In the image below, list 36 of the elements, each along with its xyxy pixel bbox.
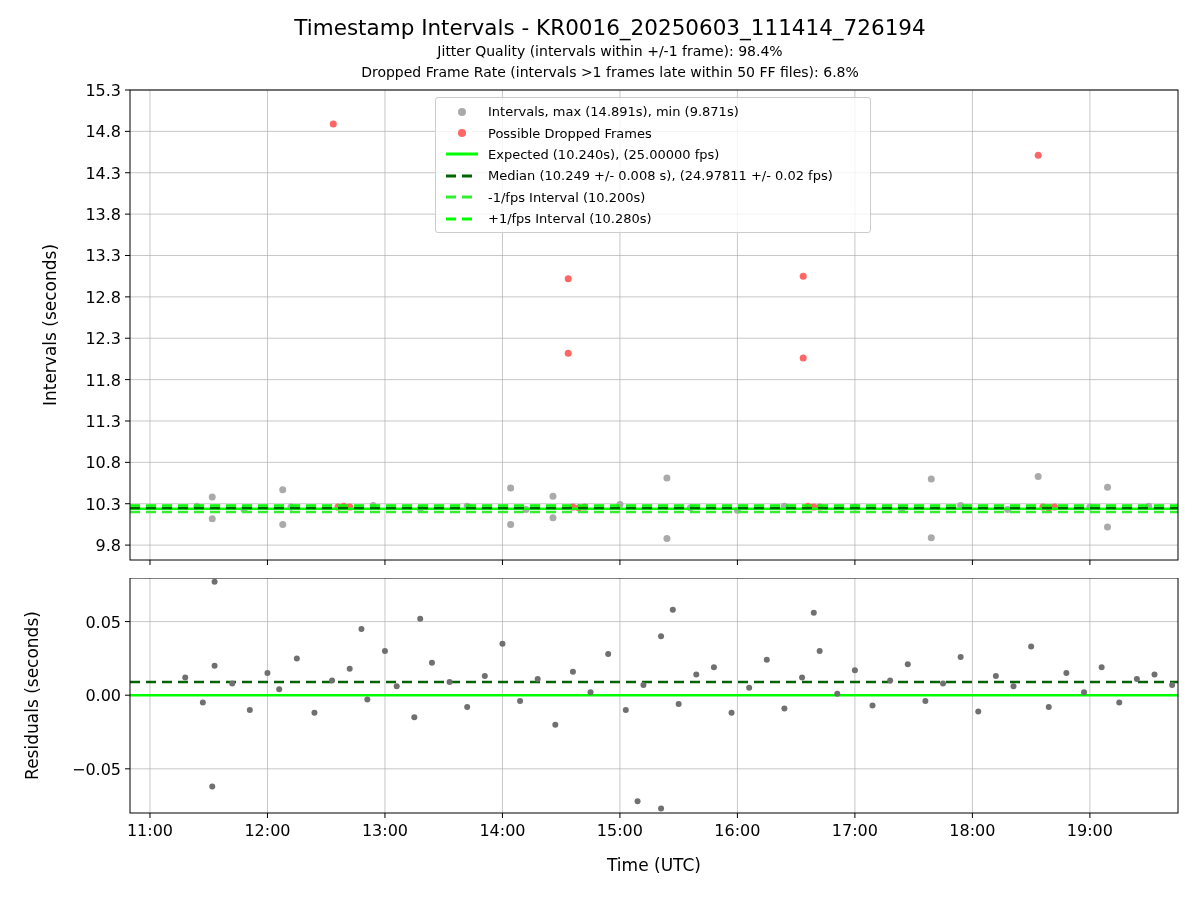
tick-label: 13.8 [85,205,121,225]
tick-label: −0.05 [71,759,121,779]
chart-subtitle: Dropped Frame Rate (intervals >1 frames late within 50 FF files): 6.8% [361,63,859,82]
axis-label: Time (UTC) [607,855,701,875]
tick-label: 13:00 [361,821,408,840]
legend-label: Expected (10.240s), (25.00000 fps) [488,146,720,162]
tick-label: 16:00 [714,821,761,840]
axis-label: Intervals (seconds) [40,243,60,407]
legend-label: -1/fps Interval (10.200s) [488,189,646,205]
legend-label: Intervals, max (14.891s), min (9.871s) [488,104,739,120]
chart-subtitle: Jitter Quality (intervals within +/-1 frame): 98.4% [437,42,783,61]
tick-label: 12.8 [85,287,121,307]
tick-label: 12.3 [85,329,121,349]
tick-label: 15.3 [85,81,121,100]
tick-label: 9.8 [95,536,121,556]
chart-title: Timestamp Intervals - KR0016_20250603_111414_726194 [294,15,926,41]
tick-label: 13.3 [85,246,121,266]
legend-label: Possible Dropped Frames [488,125,652,141]
tick-label: 12:00 [244,821,291,840]
tick-label: 0.05 [85,612,121,632]
tick-label: 15:00 [596,821,643,840]
tick-label: 0.00 [85,686,121,706]
tick-label: 10.8 [85,453,121,473]
legend-label: Median (10.249 +/- 0.008 s), (24.97811 +/- 0.02 fps) [488,168,833,184]
tick-label: 14.3 [85,163,121,183]
tick-label: 19:00 [1066,821,1113,840]
tick-label: 10.3 [85,494,121,514]
legend-label: +1/fps Interval (10.280s) [488,211,652,227]
tick-label: 11:00 [126,821,174,840]
tick-label: 11.8 [85,370,121,390]
tick-label: 14.8 [85,122,121,142]
tick-label: 11.3 [85,412,121,431]
axis-label: Residuals (seconds) [22,611,42,780]
tick-label: 18:00 [949,821,996,840]
tick-label: 14:00 [479,821,526,840]
tick-label: 17:00 [831,821,878,840]
